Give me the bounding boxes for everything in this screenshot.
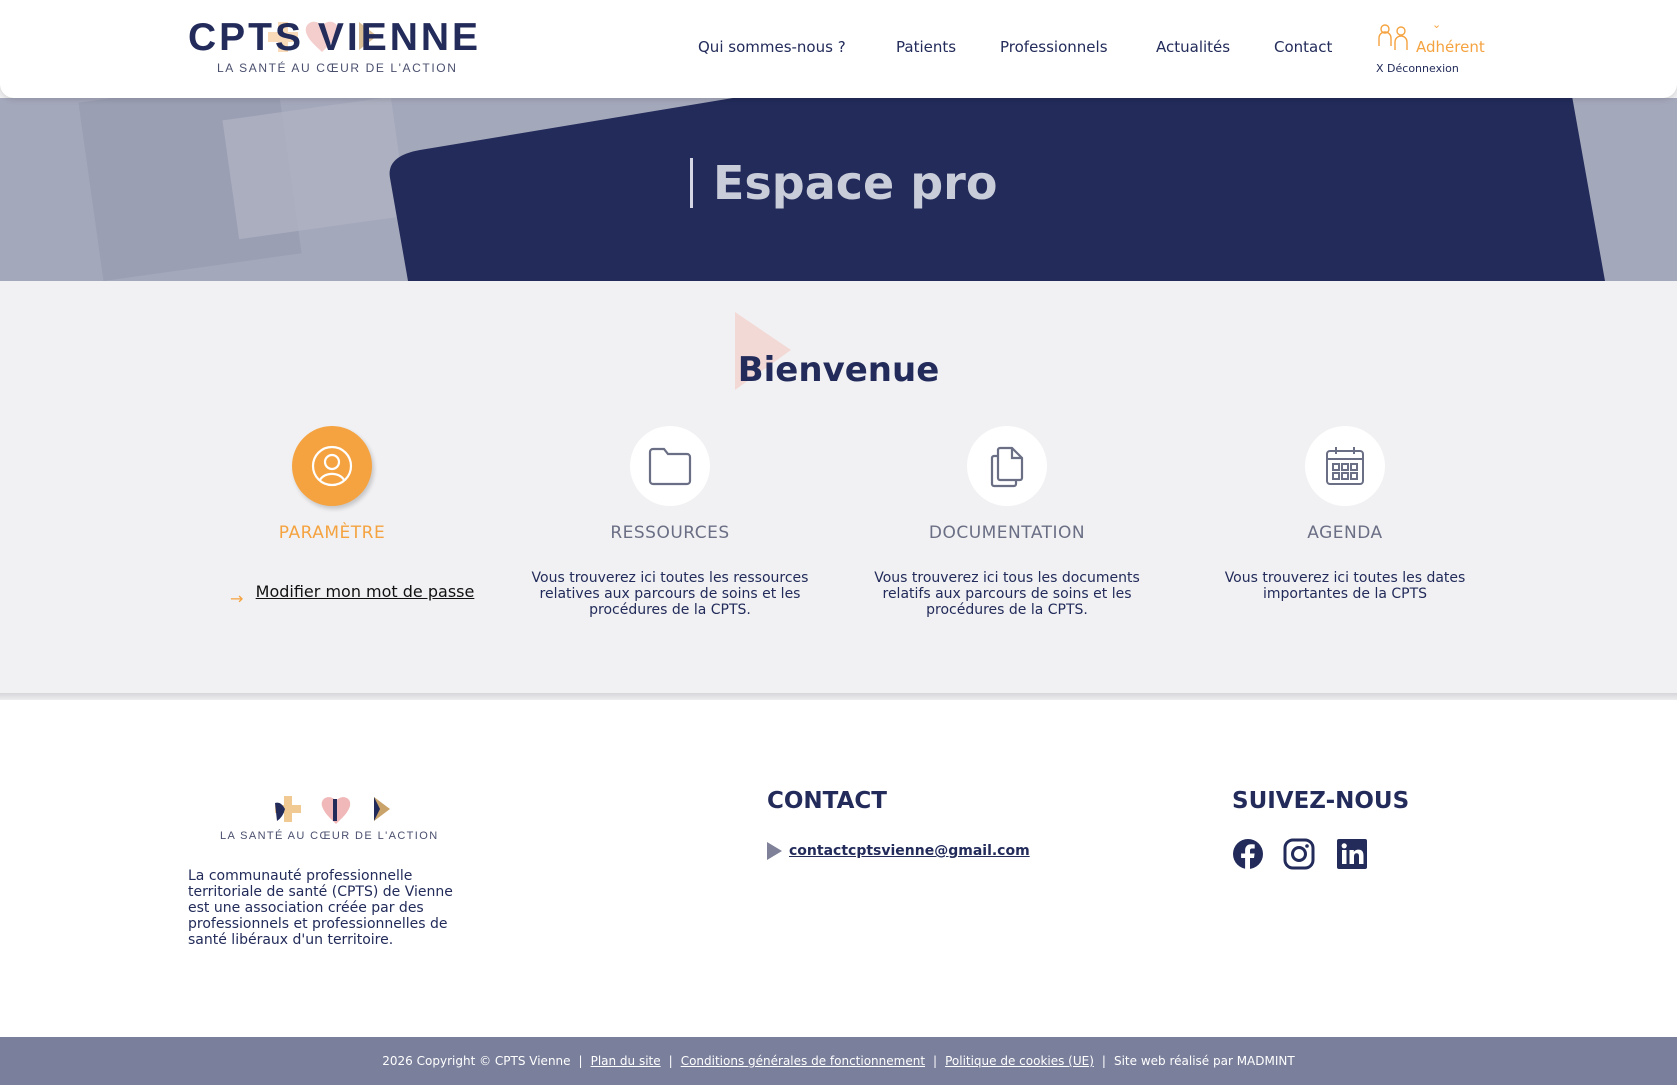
card-agenda[interactable]: AGENDA Vous trouverez ici toutes les dat… — [1195, 426, 1495, 602]
logo-text: CPTS VIENNE — [188, 16, 482, 59]
cookies-link[interactable]: Politique de cookies (UE) — [945, 1054, 1094, 1068]
logo-decoration-icon — [275, 796, 390, 824]
card-ressources[interactable]: RESSOURCES Vous trouverez ici toutes les… — [520, 426, 820, 618]
card-description: Vous trouverez ici tous les documents re… — [874, 570, 1140, 618]
members-icon — [1378, 24, 1408, 50]
card-icon-wrap — [1305, 426, 1385, 506]
play-arrow-icon — [767, 842, 782, 860]
card-title: PARAMÈTRE — [278, 523, 386, 543]
site-footer: LA SANTÉ AU CŒUR DE L'ACTION La communau… — [0, 700, 1677, 1037]
page-title: Espace pro — [713, 156, 998, 210]
nav-item-patients[interactable]: Patients — [896, 38, 956, 56]
footer-follow-title: SUIVEZ-NOUS — [1232, 788, 1410, 814]
card-title: AGENDA — [1307, 523, 1383, 543]
card-parametre[interactable]: PARAMÈTRE — [182, 426, 482, 543]
site-header: CPTS VIENNE LA SANTÉ AU CŒUR DE L'ACTION… — [0, 0, 1677, 98]
card-title: DOCUMENTATION — [928, 523, 1086, 543]
card-title: RESSOURCES — [610, 523, 730, 543]
site-logo[interactable]: CPTS VIENNE LA SANTÉ AU CŒUR DE L'ACTION — [188, 18, 478, 78]
hero-title-wrap: Espace pro — [690, 158, 997, 208]
member-label: Adhérent — [1416, 38, 1485, 56]
instagram-icon[interactable] — [1283, 838, 1315, 870]
welcome-title: Bienvenue — [737, 350, 940, 390]
sitemap-link[interactable]: Plan du site — [591, 1054, 661, 1068]
card-description: Vous trouverez ici toutes les ressources… — [531, 570, 809, 618]
footer-description: La communauté professionnelle territoria… — [188, 868, 453, 948]
card-icon-wrap — [630, 426, 710, 506]
nav-item-contact[interactable]: Contact — [1274, 38, 1332, 56]
linkedin-icon[interactable] — [1336, 838, 1368, 870]
terms-link[interactable]: Conditions générales de fonctionnement — [681, 1054, 925, 1068]
copyright-text: 2026 Copyright © CPTS Vienne — [382, 1054, 571, 1068]
credit-text: Site web réalisé par MADMINT — [1113, 1054, 1295, 1068]
user-icon — [311, 445, 353, 487]
folder-icon — [648, 447, 692, 486]
nav-item-professionnels[interactable]: Professionnels — [1000, 38, 1108, 56]
card-description: Vous trouverez ici toutes les dates impo… — [1224, 570, 1466, 602]
card-icon-wrap — [967, 426, 1047, 506]
footer-contact-title: CONTACT — [767, 788, 887, 814]
change-password-text[interactable]: Modifier mon mot de passe — [255, 583, 475, 601]
nav-item-actualites[interactable]: Actualités — [1156, 38, 1230, 56]
nav-item-qui-sommes-nous[interactable]: Qui sommes-nous ? — [698, 38, 846, 56]
documents-icon — [990, 446, 1024, 488]
bottom-bar: 2026 Copyright © CPTS Vienne | Plan du sit… — [0, 1037, 1677, 1085]
footer-tagline: LA SANTÉ AU CŒUR DE L'ACTION — [220, 830, 439, 842]
calendar-icon — [1326, 447, 1364, 485]
footer-logo: LA SANTÉ AU CŒUR DE L'ACTION — [220, 793, 437, 843]
card-icon-wrap — [292, 426, 372, 506]
facebook-icon[interactable] — [1232, 838, 1264, 870]
logo-tagline: LA SANTÉ AU CŒUR DE L'ACTION — [217, 61, 458, 75]
arrow-right-icon: → — [230, 589, 244, 608]
email-link[interactable]: contactcptsvienne@gmail.com — [789, 843, 1030, 859]
logout-link[interactable]: X Déconnexion — [1376, 62, 1459, 75]
hero-banner: Espace pro — [0, 98, 1677, 281]
chevron-down-icon: ⌄ — [1432, 18, 1442, 31]
card-documentation[interactable]: DOCUMENTATION Vous trouverez ici tous le… — [857, 426, 1157, 618]
